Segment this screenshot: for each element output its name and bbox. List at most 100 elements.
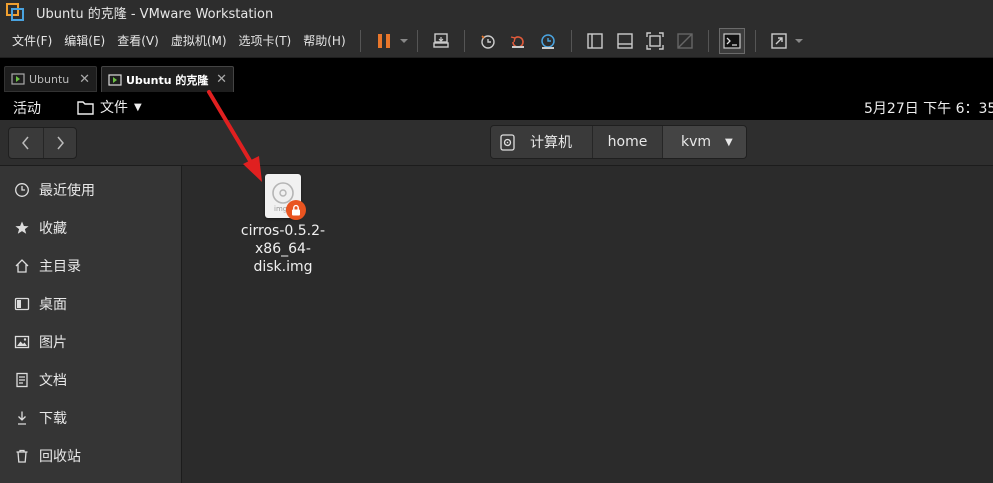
- menu-file[interactable]: 文件(F): [6, 29, 58, 53]
- close-icon[interactable]: ✕: [79, 72, 90, 87]
- caret-down-icon[interactable]: ▼: [725, 137, 733, 148]
- crumb-label: kvm: [681, 134, 712, 150]
- stretch-icon: [770, 32, 787, 49]
- menu-edit[interactable]: 编辑(E): [58, 29, 111, 53]
- sidebar-item-label: 回收站: [39, 449, 81, 465]
- sidebar-item-starred[interactable]: 收藏: [0, 209, 182, 247]
- tab-ubuntu[interactable]: Ubuntu ✕: [4, 66, 97, 92]
- title-bar: Ubuntu 的克隆 - VMware Workstation: [0, 0, 993, 24]
- sidebar-item-documents[interactable]: 文档: [0, 361, 182, 399]
- menu-help[interactable]: 帮助(H): [297, 29, 351, 53]
- back-button[interactable]: [9, 128, 43, 158]
- toolbar-separator: [359, 29, 361, 52]
- unity-button[interactable]: [672, 28, 698, 54]
- revert-snapshot-button[interactable]: [505, 28, 531, 54]
- menu-tabs[interactable]: 选项卡(T): [233, 29, 298, 53]
- file-name-line: cirros-0.5.2-: [240, 223, 326, 239]
- path-bar: 计算机 home kvm ▼: [490, 125, 747, 159]
- home-icon: [15, 259, 29, 273]
- menu-vm[interactable]: 虚拟机(M): [165, 29, 233, 53]
- forward-button[interactable]: [42, 128, 77, 158]
- desktop-icon: [14, 297, 30, 311]
- sidebar-item-label: 下载: [39, 411, 67, 427]
- power-dropdown[interactable]: [399, 28, 409, 54]
- sidebar-item-trash[interactable]: 回收站: [0, 437, 182, 475]
- tab-ubuntu-clone[interactable]: Ubuntu 的克隆 ✕: [101, 66, 234, 92]
- snapshot-manager-button[interactable]: [535, 28, 561, 54]
- toolbar-separator: [416, 29, 418, 52]
- sidebar-item-recent[interactable]: 最近使用: [0, 171, 182, 209]
- crumb-kvm[interactable]: kvm ▼: [662, 126, 746, 158]
- file-name-line: disk.img: [253, 259, 313, 275]
- terminal-icon: [723, 32, 741, 49]
- stretch-guest-button[interactable]: [766, 28, 792, 54]
- files-header-bar: 计算机 home kvm ▼: [0, 120, 993, 166]
- vm-icon: [108, 73, 122, 86]
- sidebar-item-desktop[interactable]: 桌面: [0, 285, 182, 323]
- menu-view[interactable]: 查看(V): [111, 29, 165, 53]
- file-name: cirros-0.5.2- x86_64- disk.img: [239, 222, 327, 276]
- ubuntu-top-bar: 活动 文件 ▼ 5月27日 下午 6：35: [0, 94, 993, 120]
- file-item[interactable]: img cirros-0.5.2- x86_64- disk.img: [239, 174, 327, 276]
- clock-icon: [15, 183, 29, 197]
- toolbar-separator: [570, 29, 572, 52]
- caret-down-icon: ▼: [134, 101, 142, 113]
- sidebar-item-label: 图片: [39, 335, 67, 351]
- vm-icon: [11, 73, 25, 85]
- console-view-button[interactable]: [718, 27, 745, 54]
- send-ctrl-alt-del-button[interactable]: [428, 28, 454, 54]
- trash-icon: [16, 449, 28, 463]
- activities-button[interactable]: 活动: [13, 98, 41, 118]
- file-view[interactable]: img cirros-0.5.2- x86_64- disk.img: [183, 166, 993, 483]
- download-icon: [18, 411, 26, 425]
- sidebar-item-label: 主目录: [39, 259, 81, 275]
- clock[interactable]: 5月27日 下午 6：35: [864, 98, 993, 118]
- toolbar-separator: [754, 29, 756, 52]
- sidebar-layout-icon: [586, 32, 603, 49]
- full-screen-button[interactable]: [642, 28, 668, 54]
- sidebar-item-label: 收藏: [39, 221, 67, 237]
- sidebar-item-label: 文档: [39, 373, 67, 389]
- toolbar-separator: [707, 29, 709, 52]
- sidebar-item-downloads[interactable]: 下载: [0, 399, 182, 437]
- sidebar-item-home[interactable]: 主目录: [0, 247, 182, 285]
- stretch-dropdown[interactable]: [794, 28, 804, 54]
- menu-toolbar: 文件(F) 编辑(E) 查看(V) 虚拟机(M) 选项卡(T) 帮助(H): [0, 24, 993, 58]
- pause-button[interactable]: [371, 28, 397, 54]
- sidebar-item-pictures[interactable]: 图片: [0, 323, 182, 361]
- vmware-logo-icon: [6, 3, 24, 21]
- sidebar-item-label: 桌面: [39, 297, 67, 313]
- snapshot-icon: [480, 34, 495, 49]
- vmware-window: Ubuntu 的克隆 - VMware Workstation 文件(F) 编辑…: [0, 0, 993, 483]
- app-menu-label: 文件: [100, 100, 128, 116]
- nav-buttons: [8, 127, 77, 159]
- lock-icon: [286, 200, 306, 220]
- close-icon[interactable]: ✕: [216, 72, 227, 87]
- vm-tab-bar: Ubuntu ✕ Ubuntu 的克隆 ✕: [0, 58, 993, 94]
- drive-icon: [500, 133, 515, 151]
- app-menu[interactable]: 文件 ▼: [77, 97, 142, 117]
- unity-icon: [676, 32, 693, 49]
- star-icon: [15, 221, 29, 234]
- documents-icon: [16, 372, 28, 388]
- chevron-left-icon: [21, 136, 29, 150]
- tab-label: Ubuntu 的克隆: [126, 73, 209, 87]
- crumb-home[interactable]: home: [592, 126, 662, 158]
- snapshot-button[interactable]: [475, 28, 501, 54]
- sidebar-item-label: 最近使用: [39, 183, 95, 199]
- disk-image-file-icon: img: [265, 174, 306, 220]
- window-title: Ubuntu 的克隆 - VMware Workstation: [36, 6, 274, 22]
- chevron-down-icon: [399, 38, 408, 43]
- thumbnail-bar-button[interactable]: [612, 28, 638, 54]
- fullscreen-icon: [645, 31, 664, 50]
- pause-icon: [377, 33, 390, 48]
- places-sidebar: 最近使用 收藏 主目录 桌面 图片 文档 下载 回收站: [0, 166, 182, 483]
- show-library-button[interactable]: [582, 28, 608, 54]
- crumb-label: 计算机: [530, 135, 572, 151]
- crumb-computer[interactable]: 计算机: [491, 126, 592, 158]
- chevron-down-icon: [794, 38, 803, 43]
- snapshot-manager-icon: [540, 33, 555, 49]
- revert-snapshot-icon: [510, 35, 524, 48]
- pictures-icon: [14, 335, 30, 349]
- chevron-right-icon: [57, 136, 64, 150]
